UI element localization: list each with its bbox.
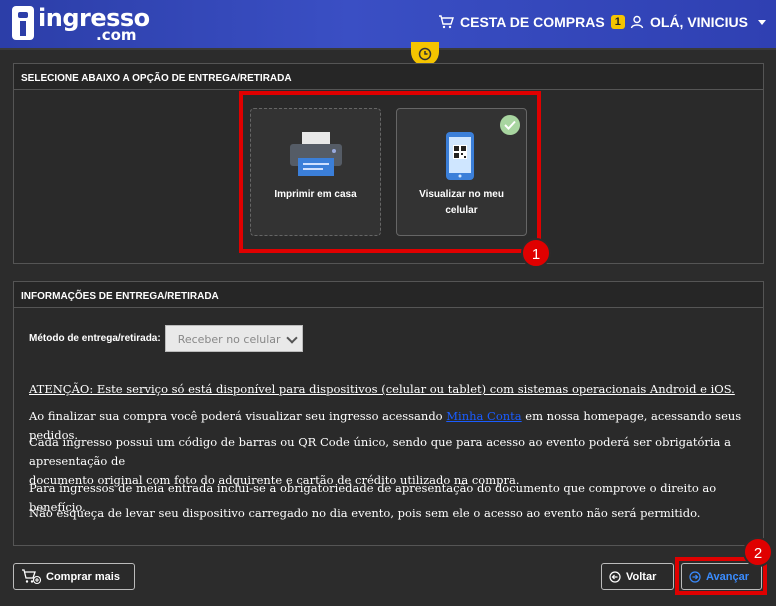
annotation-marker-2: 2	[743, 537, 773, 567]
cart-count-badge: 1	[610, 15, 625, 29]
highlight-box-options	[239, 91, 541, 253]
attention-text: ATENÇÃO: Este serviço só está disponível…	[29, 382, 735, 396]
cart-link[interactable]: CESTA DE COMPRAS 1	[438, 14, 625, 30]
user-greeting: OLÁ, VINICIUS	[650, 14, 749, 30]
logo-i-icon	[12, 6, 34, 40]
user-menu[interactable]: OLÁ, VINICIUS	[630, 14, 767, 30]
user-icon	[630, 15, 644, 29]
ingresso-logo[interactable]: ingresso .com	[12, 6, 150, 44]
buy-more-label: Comprar mais	[46, 570, 120, 583]
cart-add-icon	[22, 568, 41, 584]
delivery-method-row: Método de entrega/retirada: Receber no c…	[29, 325, 303, 352]
annotation-marker-1: 1	[521, 238, 551, 268]
delivery-method-select[interactable]: Receber no celular	[164, 325, 303, 352]
logo-sub-text: .com	[96, 26, 137, 44]
top-header: ingresso .com CESTA DE COMPRAS 1 OLÁ, VI…	[0, 0, 776, 48]
back-button[interactable]: Voltar	[601, 563, 674, 590]
arrow-left-circle-icon	[609, 570, 621, 583]
delivery-info-panel: INFORMAÇÕES DE ENTREGA/RETIRADA Método d…	[13, 281, 764, 546]
chevron-down-icon	[758, 19, 767, 25]
cart-label: CESTA DE COMPRAS	[460, 14, 605, 30]
delivery-info-title: INFORMAÇÕES DE ENTREGA/RETIRADA	[14, 282, 763, 308]
buy-more-button[interactable]: Comprar mais	[13, 563, 135, 590]
cart-icon	[439, 15, 454, 29]
my-account-link[interactable]: Minha Conta	[446, 409, 521, 423]
delivery-method-label: Método de entrega/retirada:	[29, 333, 161, 344]
back-label: Voltar	[626, 570, 657, 583]
device-charged-notice: Não esqueça de levar seu dispositivo car…	[29, 506, 701, 520]
delivery-option-title: SELECIONE ABAIXO A OPÇÃO DE ENTREGA/RETI…	[14, 64, 763, 90]
step-timeline	[0, 48, 776, 50]
